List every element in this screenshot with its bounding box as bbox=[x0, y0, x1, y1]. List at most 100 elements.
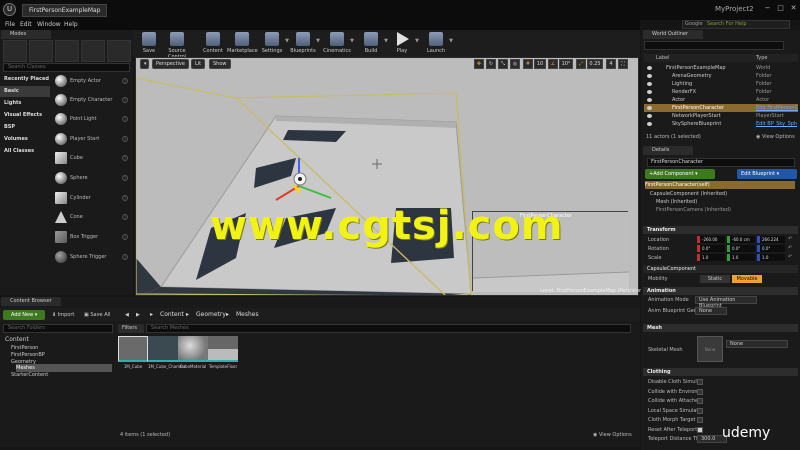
component-mesh[interactable]: Mesh (Inherited) bbox=[656, 198, 697, 206]
marketplace-button[interactable]: Marketplace bbox=[227, 30, 258, 57]
outliner-row-type[interactable]: Edit FirstPersonC bbox=[756, 104, 798, 112]
asset-1m-cube[interactable]: 1M_Cube bbox=[118, 336, 148, 376]
blueprints-button[interactable]: Blueprints ▼ bbox=[289, 30, 320, 57]
back-button[interactable]: ◀ bbox=[125, 310, 129, 320]
row-renderfx[interactable]: RenderFX Folder bbox=[644, 88, 798, 96]
lit-button[interactable]: Lit bbox=[191, 59, 206, 69]
minimize-button[interactable]: − bbox=[762, 3, 773, 14]
modes-tab[interactable]: Modes bbox=[1, 30, 51, 39]
perspective-button[interactable]: Perspective bbox=[152, 59, 189, 69]
help-icon[interactable]: ? bbox=[122, 155, 128, 161]
component-self[interactable]: FirstPersonCharacter(self) bbox=[645, 181, 795, 189]
details-tab[interactable]: Details bbox=[643, 146, 693, 155]
transform-section[interactable]: Transform bbox=[643, 226, 798, 234]
category-basic[interactable]: Basic bbox=[0, 86, 50, 97]
row-actor[interactable]: Actor Actor bbox=[644, 96, 798, 104]
place-point-light[interactable]: Point Light? bbox=[52, 110, 130, 128]
search-meshes-input[interactable]: Search Meshes bbox=[146, 324, 631, 333]
row-skyspherebp[interactable]: SkySphereBlueprint Edit BP_Sky_Sph bbox=[644, 120, 798, 128]
level-tab[interactable]: FirstPersonExampleMap bbox=[22, 4, 108, 17]
skeletal-mesh-thumbnail[interactable]: None bbox=[697, 336, 723, 362]
camera-speed-value[interactable]: 4 bbox=[606, 59, 616, 69]
category-volumes[interactable]: Volumes bbox=[0, 134, 50, 145]
row-arenageometry[interactable]: ArenaGeometry Folder bbox=[644, 72, 798, 80]
help-icon[interactable]: ? bbox=[122, 214, 128, 220]
close-button[interactable]: ✕ bbox=[788, 3, 799, 14]
animation-section[interactable]: Animation bbox=[643, 287, 798, 295]
foliage-mode-icon[interactable] bbox=[81, 40, 105, 62]
scale-z-field[interactable]: 1.0 bbox=[757, 254, 785, 261]
breadcrumb-content[interactable]: Content bbox=[160, 310, 184, 320]
rotation-x-field[interactable]: 0.0° bbox=[697, 245, 725, 252]
menu-window[interactable]: Window bbox=[37, 20, 61, 30]
place-empty-actor[interactable]: Empty Actor? bbox=[52, 72, 130, 90]
grid-snap-icon[interactable]: # bbox=[523, 59, 533, 69]
category-all-classes[interactable]: All Classes bbox=[0, 146, 50, 157]
landscape-mode-icon[interactable] bbox=[55, 40, 79, 62]
cloth-prop-checkbox[interactable] bbox=[697, 426, 703, 433]
asset-templatefloor[interactable]: TemplateFloor bbox=[208, 336, 238, 376]
row-firstpersoncharacter[interactable]: FirstPersonCharacter Edit FirstPersonC bbox=[644, 104, 798, 112]
menu-help[interactable]: Help bbox=[64, 20, 78, 30]
source-control-button[interactable]: Source Control bbox=[162, 30, 192, 60]
clothing-section[interactable]: Clothing bbox=[643, 368, 798, 376]
launch-button[interactable]: Launch ▼ bbox=[422, 30, 453, 57]
geometry-mode-icon[interactable] bbox=[107, 40, 131, 62]
asset-1m-cube-chamfer[interactable]: 1M_Cube_Chamfer bbox=[148, 336, 186, 376]
location-y-field[interactable]: -60.0 cm bbox=[727, 236, 755, 243]
rotation-y-field[interactable]: 0.0° bbox=[727, 245, 755, 252]
row-networkplayerstart[interactable]: NetworkPlayerStart PlayerStart bbox=[644, 112, 798, 120]
mobility-static[interactable]: Static bbox=[700, 275, 730, 283]
skeletal-mesh-select[interactable]: None bbox=[726, 340, 788, 348]
rotation-z-field[interactable]: 0.0° bbox=[757, 245, 785, 252]
row-lighting[interactable]: Lighting Folder bbox=[644, 80, 798, 88]
grid-snap-value[interactable]: 10 bbox=[534, 59, 546, 69]
place-sphere[interactable]: Sphere? bbox=[52, 169, 130, 187]
eye-icon[interactable] bbox=[647, 82, 652, 86]
breadcrumb-meshes[interactable]: Meshes bbox=[236, 310, 259, 320]
eye-icon[interactable] bbox=[647, 122, 652, 126]
help-icon[interactable]: ? bbox=[122, 195, 128, 201]
category-recently-placed[interactable]: Recently Placed bbox=[0, 74, 50, 85]
add-new-button[interactable]: Add New ▾ bbox=[3, 310, 45, 320]
label-column-header[interactable]: Label bbox=[656, 54, 670, 62]
menu-edit[interactable]: Edit bbox=[20, 20, 32, 30]
category-lights[interactable]: Lights bbox=[0, 98, 50, 109]
place-empty-character[interactable]: Empty Character? bbox=[52, 91, 130, 109]
filters-button[interactable]: Filters bbox=[118, 324, 144, 333]
place-player-start[interactable]: Player Start? bbox=[52, 130, 130, 148]
paint-mode-icon[interactable] bbox=[29, 40, 53, 62]
content-view-options-button[interactable]: ◉ View Options bbox=[593, 432, 632, 438]
mobility-movable[interactable]: Movable bbox=[732, 275, 762, 283]
location-x-field[interactable]: -260.00 bbox=[697, 236, 725, 243]
breadcrumb-geometry[interactable]: Geometry bbox=[196, 310, 226, 320]
eye-icon[interactable] bbox=[647, 90, 652, 94]
row-world[interactable]: FirstPersonExampleMap World bbox=[644, 64, 798, 72]
place-cone[interactable]: Cone? bbox=[52, 208, 130, 226]
world-outliner-tab[interactable]: World Outliner bbox=[643, 30, 703, 39]
location-z-field[interactable]: 266.224 bbox=[757, 236, 785, 243]
maximize-button[interactable]: □ bbox=[775, 3, 786, 14]
cloth-prop-checkbox[interactable] bbox=[697, 388, 703, 395]
help-icon[interactable]: ? bbox=[122, 254, 128, 260]
help-icon[interactable]: ? bbox=[122, 116, 128, 122]
unreal-logo-icon[interactable]: U bbox=[3, 3, 16, 16]
forward-button[interactable]: ▶ bbox=[136, 310, 140, 320]
eye-icon[interactable] bbox=[647, 114, 652, 118]
scale-snap-icon[interactable]: ⤢ bbox=[576, 59, 586, 69]
save-button[interactable]: Save bbox=[135, 30, 163, 57]
cloth-prop-checkbox[interactable] bbox=[697, 417, 703, 423]
help-icon[interactable]: ? bbox=[122, 136, 128, 142]
animation-mode-select[interactable]: Use Animation Blueprint bbox=[695, 296, 757, 309]
help-icon[interactable]: ? bbox=[122, 234, 128, 240]
eye-icon[interactable] bbox=[647, 106, 652, 110]
rotate-tool-icon[interactable]: ↻ bbox=[486, 59, 496, 69]
help-search-input[interactable]: Google Search For Help bbox=[682, 20, 790, 29]
translate-tool-icon[interactable]: ✥ bbox=[474, 59, 484, 69]
actor-name-field[interactable]: FirstPersonCharacter bbox=[647, 158, 795, 167]
eye-icon[interactable] bbox=[647, 66, 652, 70]
mesh-section[interactable]: Mesh bbox=[643, 324, 798, 332]
add-component-button[interactable]: +Add Component ▾ bbox=[645, 169, 715, 179]
menu-file[interactable]: File bbox=[5, 20, 15, 30]
world-local-icon[interactable]: ◎ bbox=[510, 59, 520, 69]
